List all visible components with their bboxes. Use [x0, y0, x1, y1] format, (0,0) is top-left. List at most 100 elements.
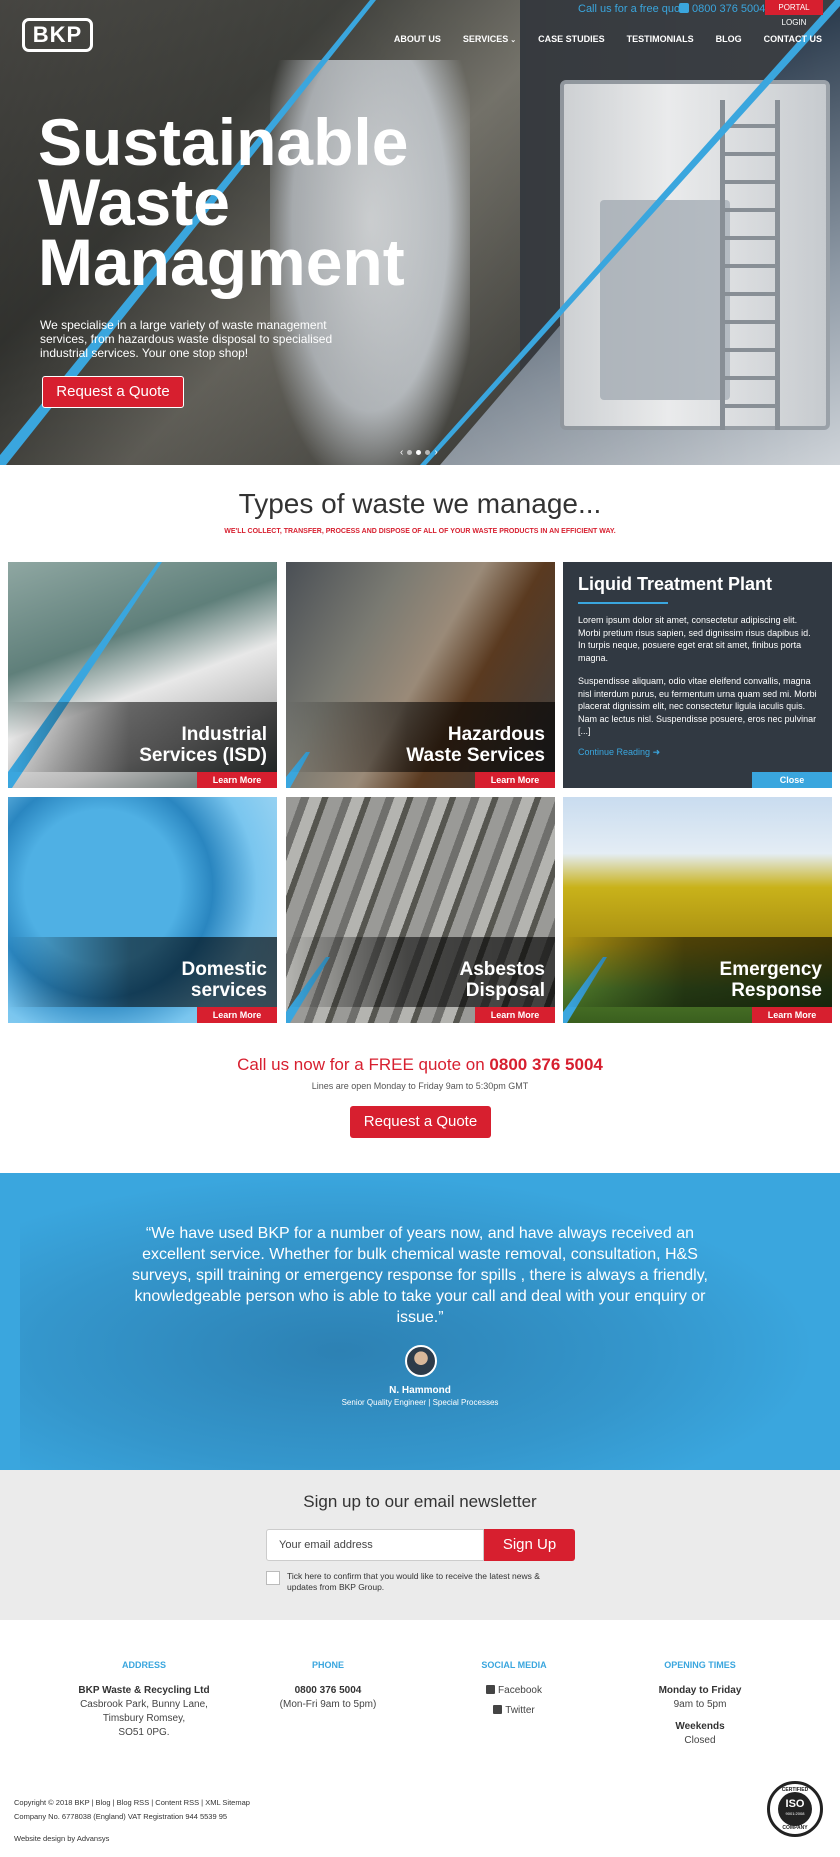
learn-more-button[interactable]: Learn More [197, 1007, 277, 1023]
call-now-phone[interactable]: 0800 376 5004 [489, 1055, 602, 1074]
weekend-hours: Closed [684, 1735, 716, 1746]
email-field[interactable] [266, 1529, 484, 1561]
hero-subtitle: We specialise in a large variety of wast… [40, 318, 333, 360]
nav-case-studies[interactable]: CASE STUDIES [538, 34, 605, 44]
continue-reading-link[interactable]: Continue Reading ➜ [578, 747, 660, 758]
footer-address: ADDRESS BKP Waste & Recycling Ltd Casbro… [54, 1658, 234, 1740]
info-panel-divider [578, 602, 668, 604]
hero-title: Sustainable Waste Managment [38, 109, 478, 299]
tile-label: Hazardous Waste Services [345, 724, 545, 766]
slider-dot-active[interactable] [416, 450, 422, 455]
newsletter-consent-label: Tick here to confirm that you would like… [287, 1571, 540, 1592]
slider-dot[interactable] [407, 450, 413, 455]
sign-up-button[interactable]: Sign Up [484, 1529, 575, 1561]
close-button[interactable]: Close [752, 772, 832, 788]
footer-heading: ADDRESS [121, 1660, 166, 1670]
bkp-logo[interactable]: BKP [22, 18, 93, 52]
header-phone: 0800 376 5004 [692, 3, 766, 15]
iso-ring-text: CERTIFIED [781, 1787, 809, 1793]
hero-title-line: Waste [38, 165, 230, 239]
footer-heading: PHONE [311, 1660, 344, 1670]
tile-label-line: Services (ISD) [139, 745, 267, 766]
tile-label-line: Domestic [181, 959, 267, 980]
newsletter-title: Sign up to our email newsletter [303, 1492, 537, 1511]
testimonial-section: “We have used BKP for a number of years … [0, 1173, 840, 1470]
footer-heading: SOCIAL MEDIA [481, 1660, 547, 1670]
weekday-label: Monday to Friday [658, 1685, 742, 1696]
nav-blog[interactable]: BLOG [716, 34, 742, 44]
liquid-treatment-info-panel: Liquid Treatment Plant Lorem ipsum dolor… [563, 562, 832, 788]
tile-label-line: services [190, 980, 267, 1001]
service-tile-asbestos[interactable]: Asbestos Disposal Learn More [286, 797, 555, 1023]
twitter-icon [493, 1705, 503, 1714]
tile-label-line: Hazardous [447, 724, 545, 745]
slider-controls: ‹ › [400, 447, 438, 458]
testimonial-name: N. Hammond [389, 1385, 451, 1396]
slider-dot[interactable] [425, 450, 431, 455]
learn-more-button[interactable]: Learn More [475, 1007, 555, 1023]
tile-label-line: Waste Services [406, 745, 545, 766]
website-design-credit[interactable]: Website design by Advansys [14, 1834, 109, 1843]
types-subheading: WE'LL COLLECT, TRANSFER, PROCESS AND DIS… [224, 528, 616, 535]
call-for-quote-text: Call us for a free quote [578, 3, 690, 15]
nav-contact-us[interactable]: CONTACT US [764, 34, 822, 44]
slider-next-arrow-icon[interactable]: › [434, 447, 437, 458]
tile-label-line: Emergency [719, 959, 822, 980]
nav-testimonials[interactable]: TESTIMONIALS [627, 34, 694, 44]
address-line: Casbrook Park, Bunny Lane, [80, 1699, 208, 1710]
tile-label-line: Disposal [465, 980, 545, 1001]
tile-label: Asbestos Disposal [345, 959, 545, 1001]
tile-label: Domestic services [67, 959, 267, 1001]
weekday-hours: 9am to 5pm [673, 1699, 727, 1710]
hero-request-quote-button[interactable]: Request a Quote [42, 376, 184, 408]
portal-login-button[interactable]: PORTAL LOGIN [765, 0, 823, 27]
tile-label: Emergency Response [622, 959, 822, 1001]
iso-standard-text: 9001:2008 [785, 1811, 805, 1816]
footer-copyright: Copyright © 2018 BKP | Blog | Blog RSS |… [14, 1796, 250, 1824]
main-nav: ABOUT US SERVICES ⌄ CASE STUDIES TESTIMON… [372, 34, 822, 44]
learn-more-button[interactable]: Learn More [475, 772, 555, 788]
facebook-label: Facebook [498, 1685, 542, 1696]
service-tile-emergency[interactable]: Emergency Response Learn More [563, 797, 832, 1023]
testimonial-role: Senior Quality Engineer | Special Proces… [341, 1398, 499, 1407]
company-registration: Company No. 6778038 (England) VAT Regist… [14, 1812, 228, 1821]
nav-about-us[interactable]: ABOUT US [394, 34, 441, 44]
slider-prev-arrow-icon[interactable]: ‹ [400, 447, 403, 458]
service-tile-domestic[interactable]: Domestic services Learn More [8, 797, 277, 1023]
nav-services[interactable]: SERVICES ⌄ [463, 34, 516, 44]
service-tile-industrial[interactable]: Industrial Services (ISD) Learn More [8, 562, 277, 788]
footer-heading: OPENING TIMES [664, 1660, 736, 1670]
learn-more-button[interactable]: Learn More [197, 772, 277, 788]
newsletter-consent-checkbox[interactable] [266, 1571, 280, 1585]
copyright-links[interactable]: Copyright © 2018 BKP | Blog | Blog RSS |… [14, 1796, 250, 1810]
footer-phone-hours: (Mon-Fri 9am to 5pm) [279, 1699, 377, 1710]
company-name: BKP Waste & Recycling Ltd [78, 1685, 210, 1696]
tile-label: Industrial Services (ISD) [67, 724, 267, 766]
info-panel-title: Liquid Treatment Plant [578, 574, 773, 594]
address-line: SO51 0PG. [118, 1727, 170, 1738]
footer-social: SOCIAL MEDIA Facebook Twitter [424, 1658, 604, 1718]
testimonial-quote: “We have used BKP for a number of years … [132, 1225, 708, 1326]
facebook-icon [486, 1685, 496, 1694]
header-phone-link[interactable]: 0800 376 5004 [679, 3, 765, 15]
service-tile-hazardous[interactable]: Hazardous Waste Services Learn More [286, 562, 555, 788]
address-line: Timsbury Romsey, [102, 1713, 186, 1724]
footer-phone-number[interactable]: 0800 376 5004 [238, 1684, 418, 1698]
iso-ring-text: COMPANY [782, 1825, 808, 1831]
avatar [405, 1345, 437, 1377]
twitter-link[interactable]: Twitter [424, 1704, 604, 1718]
call-now-text: Call us now for a FREE quote on [237, 1055, 485, 1074]
types-heading: Types of waste we manage... [238, 488, 602, 519]
iso-main-text: ISO [785, 1798, 805, 1810]
tile-label-line: Asbestos [459, 959, 545, 980]
learn-more-button[interactable]: Learn More [752, 1007, 832, 1023]
request-quote-button[interactable]: Request a Quote [350, 1106, 491, 1138]
tile-label-line: Response [731, 980, 822, 1001]
hero-title-line: Managment [38, 225, 405, 299]
hero-banner: BKP Call us for a free quote 0800 376 50… [0, 0, 840, 465]
continue-reading-label: Continue Reading [578, 747, 651, 757]
info-panel-paragraph: Suspendisse aliquam, odio vitae eleifend… [578, 676, 817, 736]
facebook-link[interactable]: Facebook [424, 1684, 604, 1698]
footer-opening-times: OPENING TIMES Monday to Friday 9am to 5p… [610, 1658, 790, 1748]
newsletter-section: Sign up to our email newsletter Sign Up … [0, 1470, 840, 1620]
